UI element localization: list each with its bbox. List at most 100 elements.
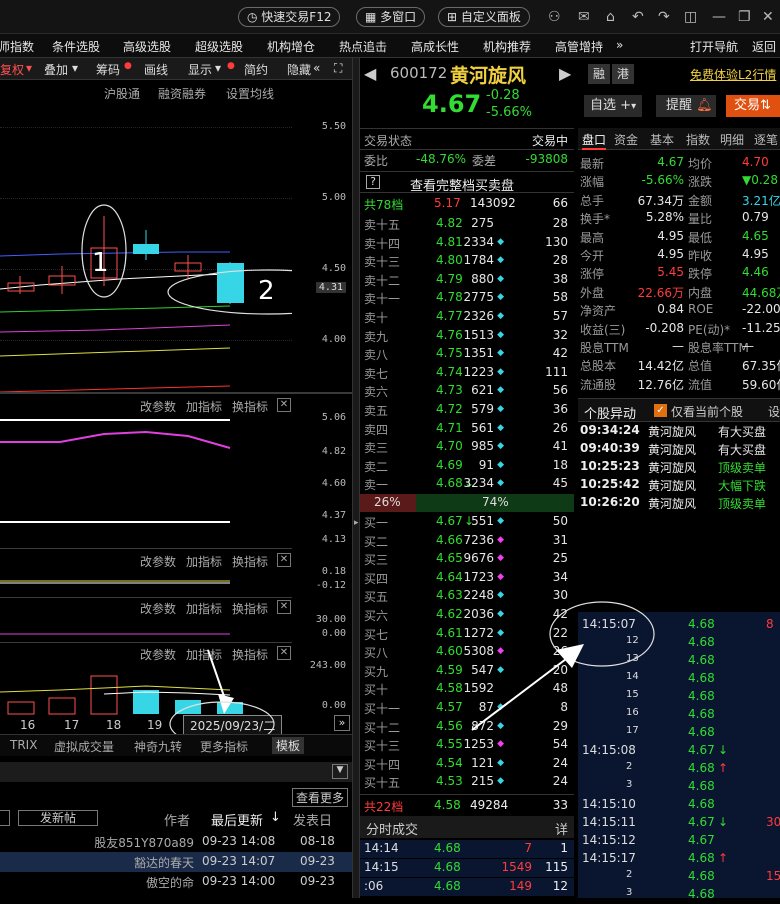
add-indicator-button[interactable]: 加指标 [186,398,222,415]
close-icon[interactable]: ✕ [277,398,291,412]
user-icon[interactable]: ⚇ [548,9,561,25]
order-level-row[interactable]: 卖十四 4.81 2334 ◆ 130 [360,234,574,252]
anomaly-settings-button[interactable]: 设 [768,403,780,420]
add-indicator-button[interactable]: 加指标 [186,600,222,617]
menu-item[interactable]: 高成长性 [411,38,459,55]
tab-trix[interactable]: TRIX [10,738,37,752]
edit-params-button[interactable]: 改参数 [140,600,176,617]
switch-indicator-button[interactable]: 换指标 [232,553,268,570]
prev-stock-icon[interactable]: ◀ [364,64,376,83]
ticks-detail-button[interactable]: 详 [555,819,568,838]
tab-tick[interactable]: 逐笔 [754,131,778,148]
fullscreen-icon[interactable]: ⛶ [334,61,342,76]
forum-row[interactable]: 股友851Y870a89 09-23 14:08 08-18 [0,832,352,852]
skin-icon[interactable]: ◫ [684,9,697,25]
order-level-row[interactable]: 卖十五 4.82 275 28 [360,215,574,233]
column-author[interactable]: 作者 [164,810,190,829]
menu-item[interactable]: 热点追击 [339,38,387,55]
anomaly-row[interactable]: 10:25:23 黄河旋风 顶级卖单 [578,458,780,476]
order-level-row[interactable]: 卖六 4.73 621 ◆ 56 [360,382,574,400]
only-current-label[interactable]: 仅看当前个股 [671,403,743,420]
minimize-icon[interactable]: — [712,9,726,25]
tab-template[interactable]: 模板 [272,737,305,754]
watchlist-button[interactable]: 自选 +▾ [584,95,642,117]
view-more-button[interactable]: 查看更多 [292,788,349,807]
search-input[interactable] [0,810,10,826]
home-icon[interactable]: ⌂ [606,9,615,25]
scroll-right-icon[interactable]: » [334,715,350,731]
close-icon[interactable]: ✕ [762,9,774,25]
edit-params-button[interactable]: 改参数 [140,398,176,415]
add-indicator-button[interactable]: 加指标 [186,553,222,570]
new-post-button[interactable]: 发新帖 [18,810,98,826]
order-level-row[interactable]: 卖十一 4.78 2775 ◆ 58 [360,289,574,307]
custom-panel-button[interactable]: ⊞ 自定义面板 [438,7,530,27]
order-level-row[interactable]: 卖四 4.71 561 ◆ 26 [360,420,574,438]
chips-button[interactable]: 筹码 [96,61,120,78]
tab-funds[interactable]: 资金 [614,131,638,148]
next-stock-icon[interactable]: ▶ [559,64,571,83]
pane-divider[interactable] [0,392,352,394]
order-level-row[interactable]: 卖十二 4.79 880 ◆ 38 [360,271,574,289]
order-level-row[interactable]: 买十五 4.53 215 ◆ 24 [360,773,574,791]
menu-item[interactable]: 条件选股 [52,38,100,55]
order-level-row[interactable]: 买十四 4.54 121 ◆ 24 [360,755,574,773]
order-level-row[interactable]: 买二 4.66 7236 ◆ 31 [360,532,574,550]
order-level-row[interactable]: 卖七 4.74 1223 ◆ 111 [360,364,574,382]
menu-more[interactable]: » [616,38,623,52]
checkbox-checked-icon[interactable]: ✓ [654,404,667,417]
quick-trade-button[interactable]: ◷ 快速交易F12 [238,7,341,27]
trade-button[interactable]: 交易⇅ [726,95,780,117]
order-level-row[interactable]: 卖九 4.76 1513 ◆ 32 [360,327,574,345]
edit-params-button[interactable]: 改参数 [140,553,176,570]
overlay-button[interactable]: 叠加 [44,61,68,78]
column-posted[interactable]: 发表日 [293,810,332,829]
menu-item[interactable]: 高管增持 [555,38,603,55]
order-level-row[interactable]: 卖五 4.72 579 ◆ 36 [360,401,574,419]
tab-quote[interactable]: 盘口 [582,131,607,150]
order-level-row[interactable]: 卖三 4.70 985 ◆ 41 [360,438,574,456]
collapse-icon[interactable]: « [313,61,320,75]
anomaly-row[interactable]: 09:40:39 黄河旋风 有大买盘 [578,440,780,458]
l2-promo-link[interactable]: 免费体验L2行情 [690,66,776,83]
adjust-button[interactable]: 复权 [0,61,24,78]
anomaly-row[interactable]: 10:26:20 黄河旋风 顶级卖单 [578,494,780,512]
forward-icon[interactable]: ↷ [658,9,670,25]
order-level-row[interactable]: 买五 4.63 2248 ◆ 30 [360,587,574,605]
tab-index[interactable]: 指数 [686,131,710,148]
full-book-button[interactable]: ? 查看完整档买卖盘 [360,171,574,194]
menu-item[interactable]: 高级选股 [123,38,171,55]
simple-button[interactable]: 简约 [244,61,268,78]
panel-splitter[interactable]: ▸ [352,58,360,898]
forum-row[interactable]: 豁达的春天 09-23 14:07 09-23 [0,852,352,872]
hide-button[interactable]: 隐藏 [287,61,311,78]
order-level-row[interactable]: 卖一 4.68 ↓ 3234 ◆ 45 [360,475,574,493]
column-updated[interactable]: 最后更新 [211,810,263,829]
menu-item[interactable]: 超级选股 [195,38,243,55]
order-level-row[interactable]: 卖八 4.75 1351 ◆ 42 [360,345,574,363]
display-button[interactable]: 显示 [188,61,212,78]
order-level-row[interactable]: 买四 4.64 1723 ◆ 34 [360,569,574,587]
anomaly-row[interactable]: 09:34:24 黄河旋风 有大买盘 [578,422,780,440]
close-icon[interactable]: ✕ [277,553,291,567]
splitter-handle-icon[interactable]: ▸ [354,518,359,528]
collapse-icon[interactable]: ▼ [332,764,348,779]
order-level-row[interactable]: 买一 4.67 ↓ 551 ◆ 50 [360,513,574,531]
tab-more-indicators[interactable]: 更多指标 [200,738,248,755]
close-icon[interactable]: ✕ [277,600,291,614]
menu-item[interactable]: 机构推荐 [483,38,531,55]
multi-window-button[interactable]: ▦ 多窗口 [356,7,426,27]
anomaly-row[interactable]: 10:25:42 黄河旋风 大幅下跌 [578,476,780,494]
sort-desc-icon[interactable]: ↓ [270,810,281,825]
tab-magic-nine[interactable]: 神奇九转 [134,738,182,755]
menu-item[interactable]: 机构增仓 [267,38,315,55]
back-icon[interactable]: ↶ [632,9,644,25]
tab-basic[interactable]: 基本 [650,131,674,148]
mail-icon[interactable]: ✉ [578,9,590,25]
draw-button[interactable]: 画线 [144,61,168,78]
switch-indicator-button[interactable]: 换指标 [232,398,268,415]
order-level-row[interactable]: 卖十三 4.80 1784 ◆ 28 [360,252,574,270]
restore-icon[interactable]: ❐ [738,9,751,25]
switch-indicator-button[interactable]: 换指标 [232,600,268,617]
tab-detail[interactable]: 明细 [720,131,744,148]
